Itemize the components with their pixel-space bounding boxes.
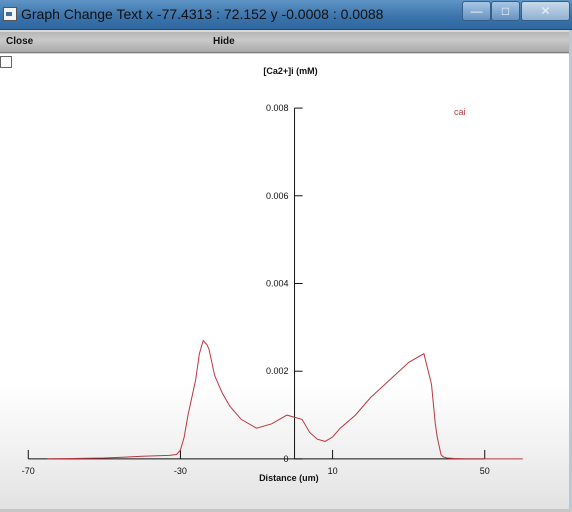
x-tick-label: -70 <box>22 466 35 476</box>
legend-entry-cai: cai <box>454 107 466 117</box>
y-tick-label: 0.008 <box>266 103 289 113</box>
series-line-cai <box>47 339 523 460</box>
x-axis-title: Distance (um) <box>259 473 319 483</box>
y-tick-label: 0.002 <box>266 366 289 376</box>
y-tick-label: 0.004 <box>266 279 289 289</box>
y-tick-label: 0.006 <box>266 191 289 201</box>
x-tick-label: -30 <box>174 466 187 476</box>
y-axis-title: [Ca2+]i (mM) <box>263 66 317 76</box>
line-chart: -70 -30 10 50 0 0.002 0.004 0.006 0.008 [Ca2+]i (… <box>22 66 523 483</box>
y-tick-label: 0 <box>284 454 289 464</box>
x-tick-label: 50 <box>480 466 490 476</box>
x-tick-label: 10 <box>328 466 338 476</box>
